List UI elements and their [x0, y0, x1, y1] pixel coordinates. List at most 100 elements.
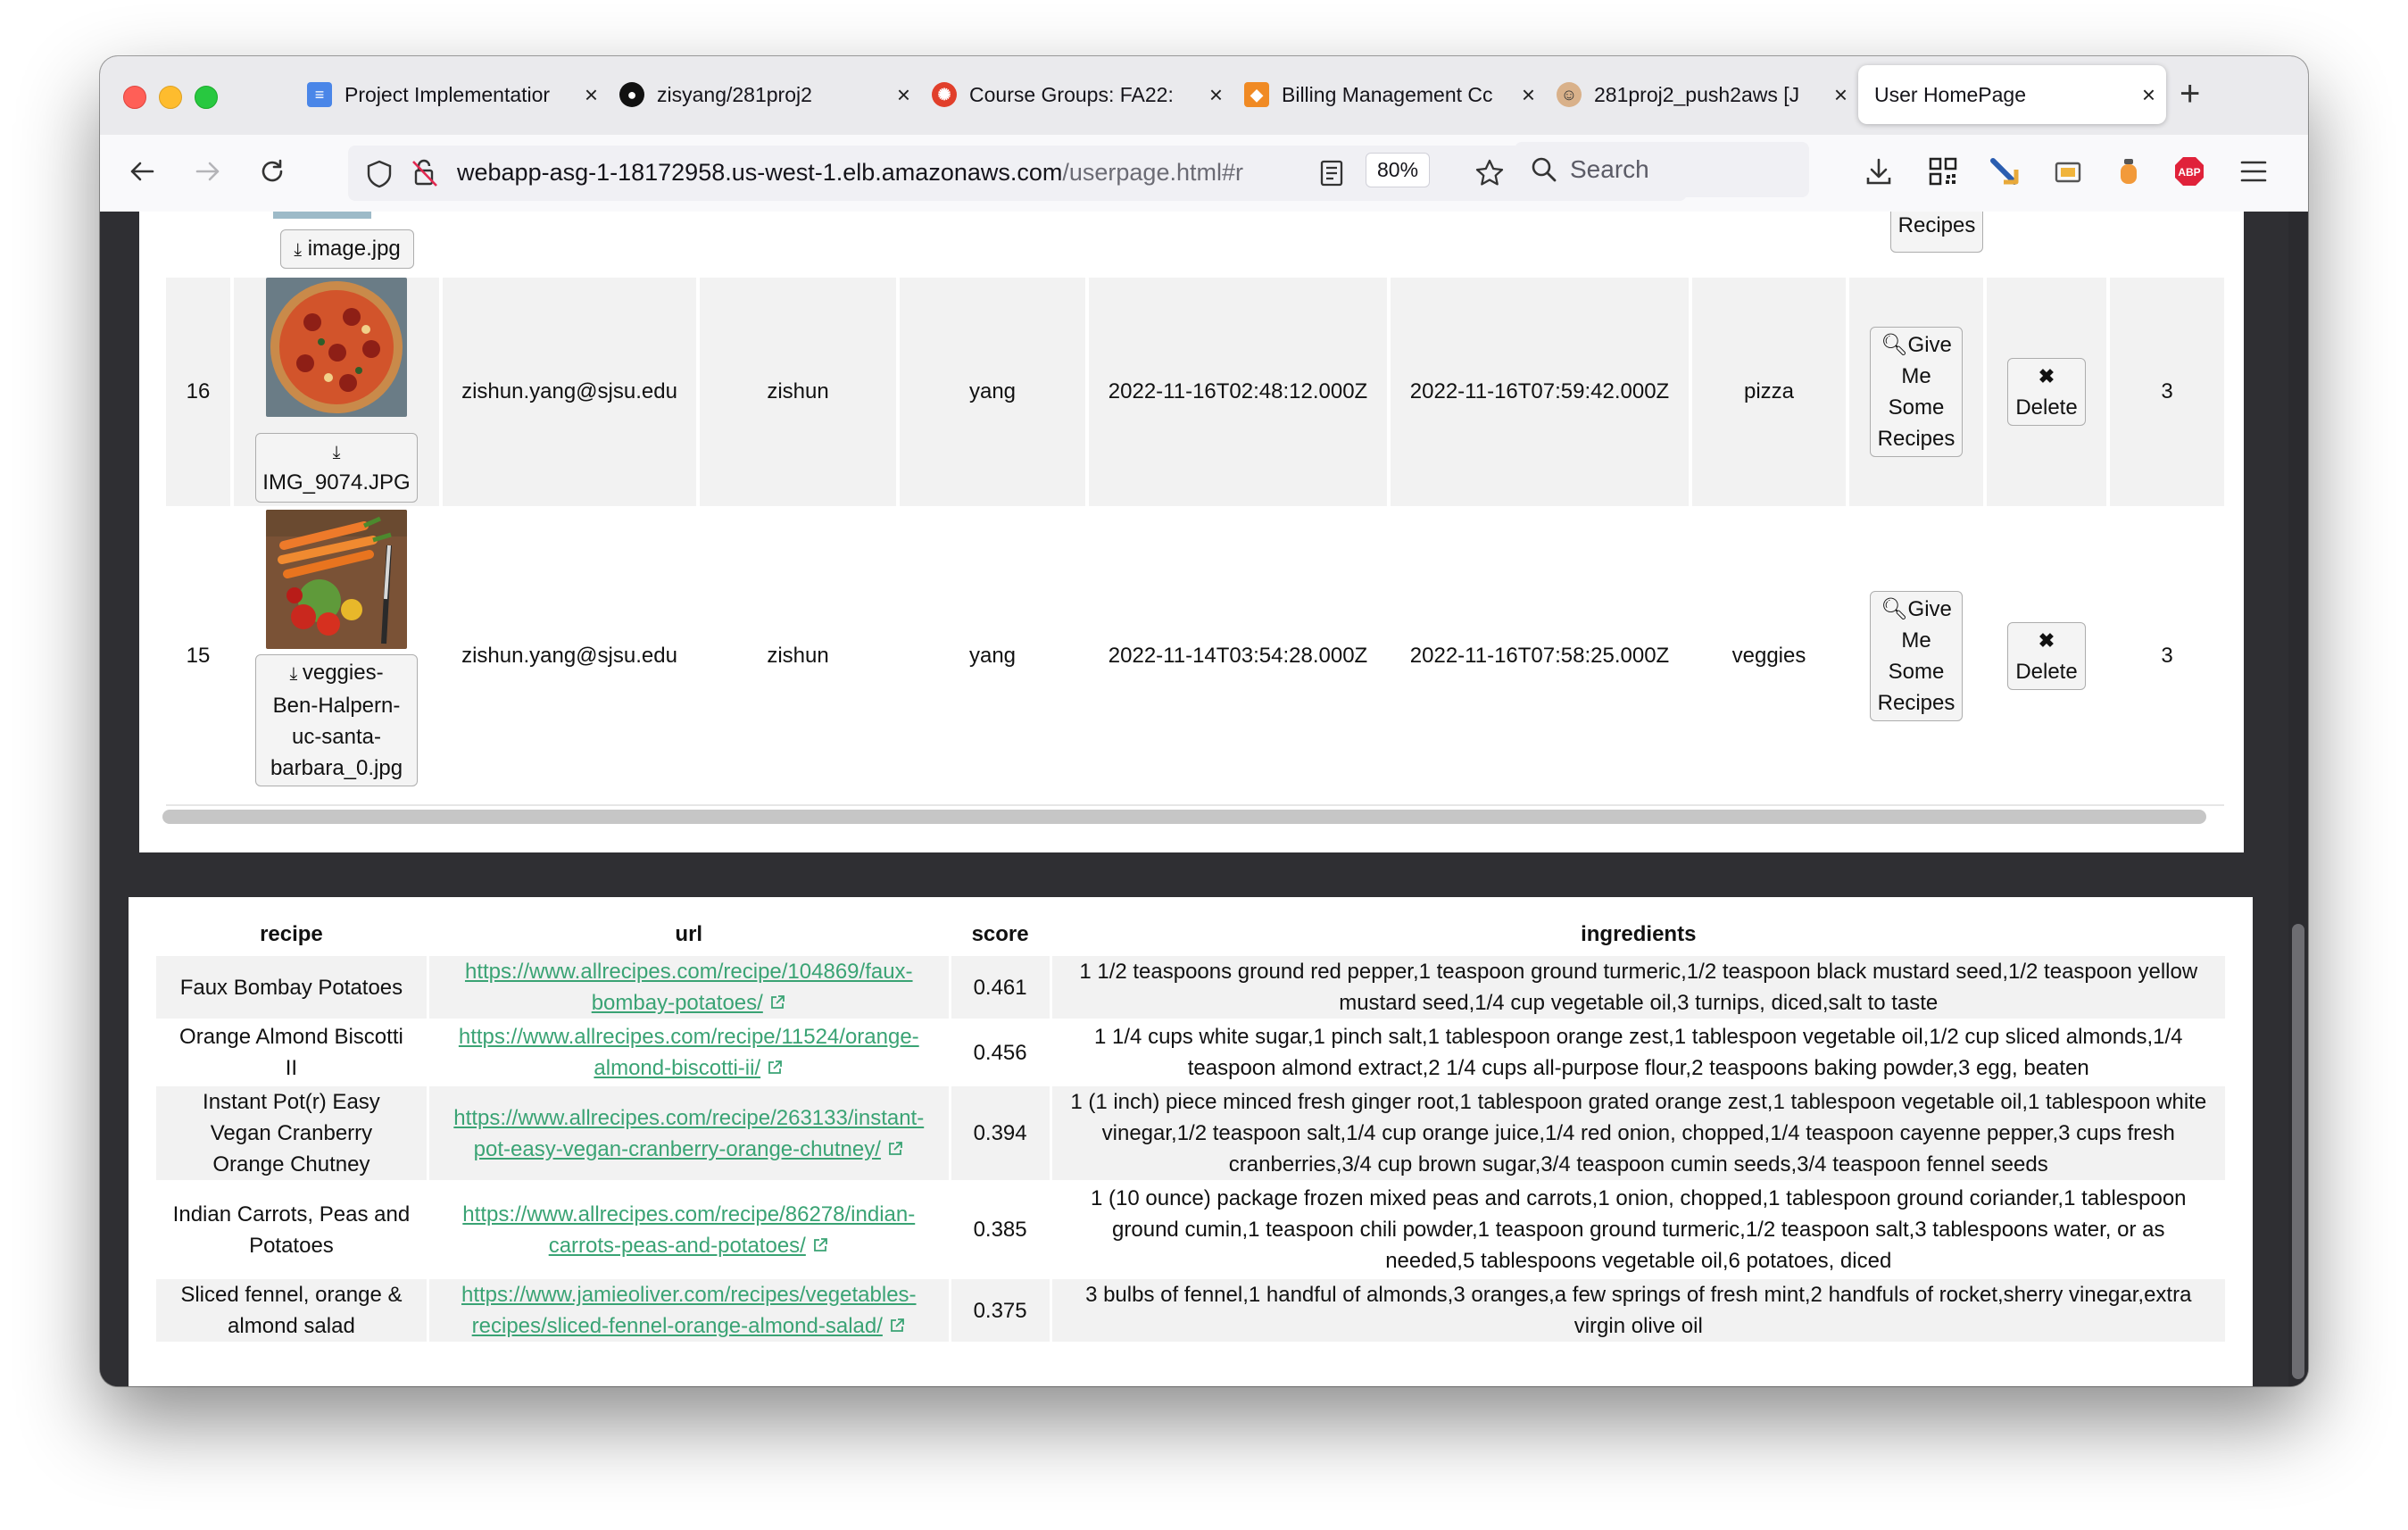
recipe-link[interactable]: https://www.jamieoliver.com/recipes/vege… — [461, 1283, 917, 1338]
tab-close-icon[interactable]: × — [1209, 81, 1223, 109]
reader-view-icon[interactable] — [1319, 160, 1344, 187]
give-me-recipes-button[interactable]: 🔍︎Give Me Some Recipes — [1870, 327, 1963, 457]
ingredients-line: teaspoon almond extract,2 1/4 cups all-p… — [1187, 1056, 2089, 1080]
recipe-name-line: Faux Bombay Potatoes — [179, 975, 403, 1000]
download-button[interactable]: ⤓ IMG_9074.JPG — [255, 433, 418, 503]
tab-close-icon[interactable]: × — [1834, 81, 1848, 109]
vertical-scrollbar[interactable] — [2292, 924, 2304, 1379]
give-me-recipes-button[interactable]: Recipes — [1890, 212, 1983, 253]
recipe-name-cell: Orange Almond Biscotti II — [156, 1021, 427, 1084]
reload-button[interactable] — [252, 151, 293, 192]
tab-project-implementation[interactable]: ≡ Project Implementatior × — [296, 65, 609, 124]
delete-button[interactable]: ✖ Delete — [2007, 622, 2086, 690]
ingredients-cell: 1 1/2 teaspoons ground red pepper,1 teas… — [1051, 956, 2225, 1019]
button-label: Delete — [2015, 395, 2078, 420]
download-button[interactable]: ⤓ image.jpg — [280, 229, 414, 269]
window-maximize-button[interactable] — [195, 86, 218, 109]
forward-button[interactable] — [187, 151, 228, 192]
veggies-image[interactable] — [266, 510, 407, 649]
tab-user-homepage[interactable]: User HomePage × — [1858, 65, 2166, 124]
url-cell: https://www.allrecipes.com/recipe/263133… — [428, 1086, 949, 1180]
ingredients-line: mustard seed,1/4 cup vegetable oil,3 tur… — [1339, 991, 1939, 1015]
downloads-button[interactable] — [1858, 151, 1899, 192]
table-row: 15 ⤓ veggies- Ben-Halpern- uc-santa- bar… — [166, 508, 2224, 804]
created-time-cell: 2022-11-14T03:54:28.000Z — [1108, 644, 1368, 668]
zoom-level-badge[interactable]: 80% — [1366, 153, 1431, 187]
address-bar[interactable]: webapp-asg-1-18172958.us-west-1.elb.amaz… — [348, 146, 1687, 201]
button-label-word: Recipes — [1877, 691, 1955, 715]
horizontal-scrollbar[interactable] — [162, 810, 2206, 824]
delete-cell: ✖ Delete — [1987, 508, 2106, 804]
extension-button[interactable] — [1985, 151, 2026, 192]
score-cell: 0.456 — [973, 1040, 1027, 1065]
recipe-link[interactable]: https://www.allrecipes.com/recipe/104869… — [465, 960, 913, 1015]
page-content: ⤓ image.jpg Recipes 16 ⤓ IMG_9074.JPG zi… — [100, 212, 2308, 1386]
external-link-icon — [770, 995, 785, 1009]
tab-course-groups[interactable]: ✺ Course Groups: FA22: × — [921, 65, 1233, 124]
recipe-name-line: Instant Pot(r) Easy — [203, 1090, 380, 1114]
tab-billing-management[interactable]: ◆ Billing Management Cc × — [1233, 65, 1546, 124]
recipe-link[interactable]: https://www.allrecipes.com/recipe/86278/… — [462, 1202, 915, 1258]
bookmark-star-icon[interactable] — [1474, 158, 1505, 188]
bottle-extension-button[interactable] — [2108, 151, 2149, 192]
url-cell: https://www.jamieoliver.com/recipes/vege… — [428, 1279, 949, 1342]
tab-close-icon[interactable]: × — [897, 81, 910, 109]
recipe-link[interactable]: https://www.allrecipes.com/recipe/11524/… — [459, 1025, 919, 1080]
download-button[interactable]: ⤓ veggies- Ben-Halpern- uc-santa- barbar… — [255, 654, 418, 786]
first-name-cell: zishun — [767, 379, 829, 403]
external-link-icon — [890, 1318, 904, 1332]
pizza-photo — [266, 278, 407, 417]
pizza-image[interactable] — [266, 278, 407, 417]
tab-github[interactable]: ● zisyang/281proj2 × — [609, 65, 921, 124]
give-me-recipes-button[interactable]: 🔍︎Give Me Some Recipes — [1870, 591, 1963, 721]
insecure-lock-icon[interactable] — [411, 158, 439, 188]
external-link-icon — [768, 1060, 783, 1074]
window-minimize-button[interactable] — [159, 86, 182, 109]
first-name-cell: zishun — [767, 644, 829, 668]
table-row: Orange Almond Biscotti II https://www.all… — [156, 1021, 2225, 1084]
url-cell: https://www.allrecipes.com/recipe/86278/… — [429, 1183, 949, 1276]
tab-jenkins[interactable]: ☺ 281proj2_push2aws [J × — [1546, 65, 1858, 124]
ingredients-line: 1 1/2 teaspoons ground red pepper,1 teas… — [1079, 960, 2198, 984]
url-host: webapp-asg-1-18172958.us-west-1.elb.amaz… — [457, 159, 1063, 186]
new-tab-button[interactable]: + — [2180, 76, 2200, 112]
search-box[interactable]: Search — [1515, 142, 1809, 197]
qr-code-button[interactable] — [1922, 151, 1964, 192]
table-row: 16 ⤓ IMG_9074.JPG zishun.yang@sjsu.edu z… — [166, 278, 2224, 506]
arrow-right-icon — [195, 162, 220, 181]
ingredients-cell: 1 1/4 cups white sugar,1 pinch salt,1 ta… — [1052, 1021, 2225, 1084]
qr-code-icon — [1929, 157, 1957, 186]
url-text[interactable]: webapp-asg-1-18172958.us-west-1.elb.amaz… — [457, 159, 1305, 187]
filename-label-line: Ben-Halpern- — [272, 694, 401, 718]
link-text-line: https://www.allrecipes.com/recipe/86278/… — [462, 1202, 916, 1226]
google-docs-icon: ≡ — [307, 82, 332, 107]
description-cell: pizza — [1743, 379, 1795, 403]
navigation-toolbar: webapp-asg-1-18172958.us-west-1.elb.amaz… — [100, 135, 2308, 212]
button-label: Delete — [2015, 660, 2078, 684]
screenshot-extension-button[interactable] — [2047, 151, 2088, 192]
download-icon: ⤓ — [294, 240, 303, 260]
tab-title: zisyang/281proj2 — [657, 82, 812, 106]
link-text-line: https://www.jamieoliver.com/recipes/vege… — [461, 1283, 917, 1307]
tab-close-icon[interactable]: × — [2142, 81, 2155, 109]
filename-label-line: barbara_0.jpg — [270, 756, 403, 780]
jenkins-icon: ☺ — [1557, 82, 1582, 107]
tab-title: 281proj2_push2aws [J — [1594, 82, 1800, 106]
tab-close-icon[interactable]: × — [585, 81, 598, 109]
recipe-name-cell: Instant Pot(r) Easy Vegan Cranberry Orange… — [156, 1086, 427, 1180]
app-menu-button[interactable] — [2233, 151, 2274, 192]
shield-icon[interactable] — [366, 160, 393, 188]
adblock-plus-button[interactable]: ABP — [2169, 151, 2210, 192]
delete-button[interactable]: ✖ Delete — [2007, 358, 2086, 426]
url-column-header: url — [675, 922, 703, 946]
link-text-line: https://www.allrecipes.com/recipe/104869… — [464, 960, 913, 984]
ingredients-cell: 1 (1 inch) piece minced fresh ginger roo… — [1051, 1086, 2225, 1180]
button-label-word: Recipes — [1877, 427, 1955, 451]
recipe-link[interactable]: https://www.allrecipes.com/recipe/263133… — [453, 1106, 924, 1161]
back-button[interactable] — [121, 151, 162, 192]
tab-close-icon[interactable]: × — [1522, 81, 1535, 109]
browser-window: ≡ Project Implementatior × ● zisyang/281… — [100, 56, 2308, 1386]
filename-label-line: uc-santa- — [291, 725, 382, 749]
ingredients-line: cranberries,3/4 cup brown sugar,3/4 teas… — [1228, 1152, 2048, 1177]
window-close-button[interactable] — [123, 86, 146, 109]
